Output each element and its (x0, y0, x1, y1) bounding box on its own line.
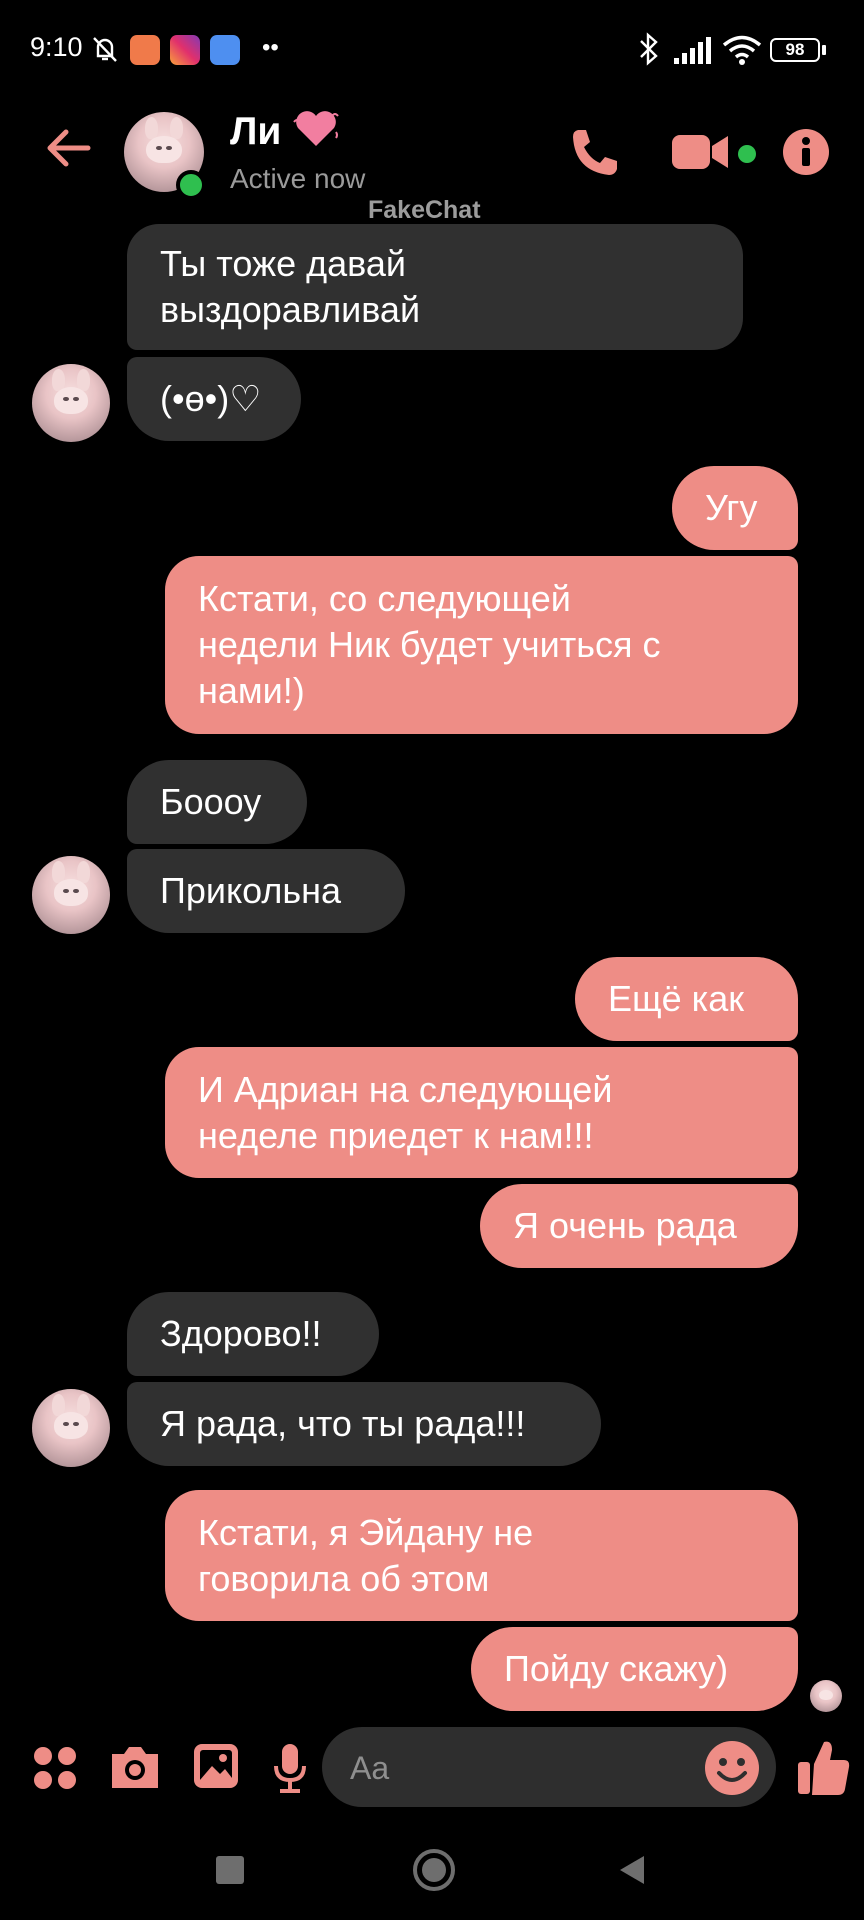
recents-button[interactable] (216, 1856, 244, 1884)
battery-icon: 98 (770, 38, 820, 62)
mute-bell-icon (93, 37, 117, 62)
incoming-message[interactable]: Я рада, что ты рада!!! (127, 1382, 601, 1466)
info-icon[interactable] (782, 128, 830, 176)
incoming-message[interactable]: Ты тоже давай выздоравливай (127, 224, 743, 350)
phone-call-icon[interactable] (566, 126, 620, 180)
heart-emoji-icon (293, 111, 339, 146)
contact-avatar-small (32, 856, 110, 934)
outgoing-message[interactable]: Угу (672, 466, 798, 550)
fakechat-watermark: FakeChat (368, 196, 481, 224)
active-status: Active now (230, 163, 366, 194)
camera-icon[interactable] (108, 1744, 162, 1790)
gallery-icon[interactable] (192, 1742, 240, 1790)
outgoing-message[interactable]: Пойду скажу) (471, 1627, 798, 1711)
battery-tip (822, 45, 826, 55)
status-time: 9:10 (30, 32, 83, 62)
apps-grid-icon[interactable] (32, 1745, 78, 1791)
online-indicator (176, 170, 206, 200)
outgoing-message[interactable]: И Адриан на следующей неделе приедет к н… (165, 1047, 798, 1178)
instagram-icon (170, 35, 200, 65)
contact-avatar-small (32, 1389, 110, 1467)
bluetooth-icon (640, 32, 658, 66)
video-active-dot (738, 145, 756, 163)
incoming-message[interactable]: Прикольна (127, 849, 405, 933)
incoming-message[interactable]: (•ɵ•)♡ (127, 357, 301, 441)
contact-name-text: Ли (230, 110, 282, 153)
contact-name: Ли (230, 108, 340, 154)
battery-level: 98 (785, 40, 805, 59)
outgoing-message[interactable]: Я очень рада (480, 1184, 798, 1268)
outgoing-message[interactable]: Кстати, я Эйдану не говорила об этом (165, 1490, 798, 1621)
contact-avatar-small (32, 364, 110, 442)
app-notification-icon (210, 35, 240, 65)
video-call-icon[interactable] (670, 132, 732, 172)
signal-icon (674, 37, 711, 64)
back-arrow-icon[interactable] (44, 128, 92, 168)
more-notifications-icon: •• (262, 34, 279, 61)
outgoing-message[interactable]: Кстати, со следующей недели Ник будет уч… (165, 556, 798, 734)
home-button[interactable] (412, 1848, 456, 1892)
incoming-message[interactable]: Боооу (127, 760, 307, 844)
seen-receipt-avatar (810, 1680, 842, 1712)
incoming-message[interactable]: Здорово!! (127, 1292, 379, 1376)
thumbs-up-icon[interactable] (796, 1738, 850, 1796)
app-notification-icon (130, 35, 160, 65)
outgoing-message[interactable]: Ещё как (575, 957, 798, 1041)
message-input-placeholder: Aa (350, 1750, 390, 1786)
back-nav-button[interactable] (614, 1852, 650, 1888)
emoji-icon[interactable] (704, 1740, 760, 1796)
microphone-icon[interactable] (272, 1742, 308, 1794)
wifi-icon (722, 35, 762, 65)
